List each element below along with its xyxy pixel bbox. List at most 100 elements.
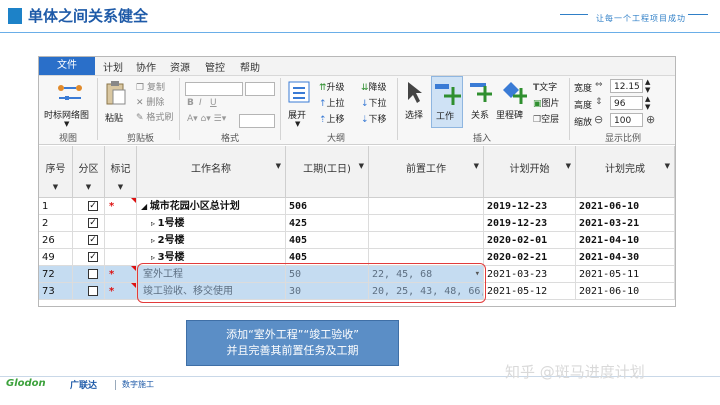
paste-icon[interactable] bbox=[105, 80, 127, 110]
zone-checkbox[interactable]: ✓ bbox=[88, 218, 98, 228]
cell-finish[interactable]: 2021-04-10 bbox=[576, 232, 675, 249]
col-header-seq[interactable]: 序号 ▼ bbox=[39, 146, 73, 198]
table-row[interactable]: 2 ✓ ▹ 1号楼 425 2019-12-23 2021-03-21 bbox=[39, 215, 675, 232]
cell-start[interactable]: 2020-02-01 bbox=[484, 232, 576, 249]
menu-file[interactable]: 文件 bbox=[39, 57, 95, 75]
select-icon[interactable] bbox=[405, 80, 425, 108]
chevron-down-icon[interactable]: ▼ bbox=[276, 162, 281, 170]
chevron-down-icon[interactable]: ▼ bbox=[474, 162, 479, 170]
format-brush-button[interactable]: ✎ 格式刷 bbox=[136, 110, 173, 123]
col-header-zone[interactable]: 分区 ▼ bbox=[73, 146, 105, 198]
col-header-duration[interactable]: 工期(工日) ▼ bbox=[286, 146, 369, 198]
relation-icon[interactable] bbox=[469, 80, 493, 108]
cell-finish[interactable]: 2021-06-10 bbox=[576, 198, 675, 215]
bold-icon[interactable]: B bbox=[187, 98, 194, 108]
font-color-icon[interactable]: A▾ ⌂▾ ☰▾ bbox=[187, 114, 226, 124]
chevron-down-icon[interactable]: ▼ bbox=[39, 183, 72, 191]
cell-finish[interactable]: 2021-04-30 bbox=[576, 249, 675, 266]
zone-checkbox[interactable]: ✓ bbox=[88, 201, 98, 211]
demote-button[interactable]: ⇊降级 bbox=[361, 80, 387, 93]
col-header-finish[interactable]: 计划完成 ▼ bbox=[576, 146, 675, 198]
cell-duration[interactable]: 425 bbox=[286, 215, 369, 232]
italic-icon[interactable]: I bbox=[199, 98, 202, 108]
chevron-down-icon[interactable]: ▼ bbox=[105, 183, 136, 191]
cell-task-name[interactable]: ◢ 城市花园小区总计划 bbox=[137, 198, 286, 215]
expand-icon[interactable] bbox=[288, 80, 310, 108]
relation-button[interactable]: 关系 bbox=[471, 108, 489, 121]
cell-zone[interactable]: ✓ bbox=[73, 198, 105, 215]
cell-duration[interactable]: 506 bbox=[286, 198, 369, 215]
line-style-combo[interactable] bbox=[239, 114, 275, 128]
milestone-button[interactable]: 里程碑 bbox=[496, 108, 523, 121]
cell-start[interactable]: 2019-12-23 bbox=[484, 215, 576, 232]
col-header-start[interactable]: 计划开始 ▼ bbox=[484, 146, 576, 198]
zone-checkbox[interactable]: ✓ bbox=[88, 252, 98, 262]
promote-button[interactable]: ⇈升级 bbox=[319, 80, 345, 93]
select-button[interactable]: 选择 bbox=[405, 108, 423, 121]
cell-zone[interactable]: ✓ bbox=[73, 249, 105, 266]
zone-checkbox[interactable] bbox=[88, 269, 98, 279]
milestone-icon[interactable] bbox=[501, 80, 527, 108]
menu-plan[interactable]: 计划 bbox=[103, 59, 123, 74]
pull-up-button[interactable]: ↑上拉 bbox=[319, 96, 345, 109]
timescale-network-icon[interactable] bbox=[57, 82, 83, 108]
cell-predecessor[interactable] bbox=[369, 215, 484, 232]
font-name-combo[interactable] bbox=[185, 82, 243, 96]
text-button[interactable]: T文字 bbox=[533, 80, 557, 93]
group-format-label: 格式 bbox=[221, 134, 240, 144]
cell-task-name[interactable]: ▹ 2号楼 bbox=[137, 232, 286, 249]
menu-resource[interactable]: 资源 bbox=[170, 59, 190, 74]
font-size-combo[interactable] bbox=[245, 82, 275, 96]
height-input[interactable]: 96 bbox=[610, 96, 643, 110]
collapse-icon[interactable]: ◢ bbox=[141, 202, 150, 211]
cell-duration[interactable]: 405 bbox=[286, 232, 369, 249]
zoom-in-icon[interactable]: ⊕ bbox=[646, 113, 655, 126]
col-header-name[interactable]: 工作名称 ▼ bbox=[137, 146, 286, 198]
move-up-button[interactable]: ⇡上移 bbox=[319, 112, 345, 125]
cell-start[interactable]: 2021-03-23 bbox=[484, 266, 576, 283]
cell-zone[interactable]: ✓ bbox=[73, 215, 105, 232]
work-button[interactable]: 工作 bbox=[431, 76, 463, 128]
cell-zone[interactable] bbox=[73, 283, 105, 300]
cell-finish[interactable]: 2021-05-11 bbox=[576, 266, 675, 283]
col-header-mark[interactable]: 标记 ▼ bbox=[105, 146, 137, 198]
menu-collab[interactable]: 协作 bbox=[136, 59, 156, 74]
move-down-button[interactable]: ⇣下移 bbox=[361, 112, 387, 125]
width-input[interactable]: 12.15 bbox=[610, 79, 643, 93]
cell-predecessor[interactable] bbox=[369, 198, 484, 215]
cell-predecessor[interactable] bbox=[369, 232, 484, 249]
chevron-down-icon[interactable]: ▼ bbox=[665, 162, 670, 170]
zoom-out-icon[interactable]: ⊖ bbox=[594, 113, 603, 126]
chevron-down-icon[interactable]: ▼ bbox=[566, 162, 571, 170]
chevron-down-icon[interactable]: ▼ bbox=[359, 162, 364, 170]
menu-control[interactable]: 管控 bbox=[205, 59, 225, 74]
chevron-down-icon[interactable]: ▼ bbox=[73, 183, 104, 191]
cell-start[interactable]: 2021-05-12 bbox=[484, 283, 576, 300]
width-stepper[interactable]: ▲ ▼ bbox=[645, 78, 650, 94]
paste-button[interactable]: 粘贴 bbox=[105, 111, 123, 124]
underline-icon[interactable]: U bbox=[210, 98, 217, 108]
pull-down-button[interactable]: ↓下拉 bbox=[361, 96, 387, 109]
copy-button[interactable]: ❐ 复制 bbox=[136, 80, 165, 93]
table-row[interactable]: 26 ✓ ▹ 2号楼 405 2020-02-01 2021-04-10 bbox=[39, 232, 675, 249]
chevron-down-icon[interactable]: ▼ bbox=[295, 120, 300, 128]
cell-start[interactable]: 2019-12-23 bbox=[484, 198, 576, 215]
chevron-down-icon[interactable]: ▼ bbox=[64, 120, 69, 128]
cell-zone[interactable]: ✓ bbox=[73, 232, 105, 249]
cell-start[interactable]: 2020-02-21 bbox=[484, 249, 576, 266]
height-stepper[interactable]: ▲ ▼ bbox=[645, 95, 650, 111]
table-row[interactable]: 1 ✓ * ◢ 城市花园小区总计划 506 2019-12-23 2021-06-10 bbox=[39, 198, 675, 215]
col-header-predecessor[interactable]: 前置工作 ▼ bbox=[369, 146, 484, 198]
zone-checkbox[interactable]: ✓ bbox=[88, 235, 98, 245]
mark-flag-icon bbox=[131, 266, 136, 271]
delete-button[interactable]: ✕ 删除 bbox=[136, 95, 164, 108]
menu-help[interactable]: 帮助 bbox=[240, 59, 260, 74]
zone-checkbox[interactable] bbox=[88, 286, 98, 296]
cell-finish[interactable]: 2021-03-21 bbox=[576, 215, 675, 232]
cell-zone[interactable] bbox=[73, 266, 105, 283]
picture-button[interactable]: ▣图片 bbox=[533, 96, 560, 109]
zoom-input[interactable]: 100 bbox=[610, 113, 643, 127]
cell-task-name[interactable]: ▹ 1号楼 bbox=[137, 215, 286, 232]
empty-layer-button[interactable]: ❒空层 bbox=[533, 112, 559, 125]
cell-finish[interactable]: 2021-06-10 bbox=[576, 283, 675, 300]
